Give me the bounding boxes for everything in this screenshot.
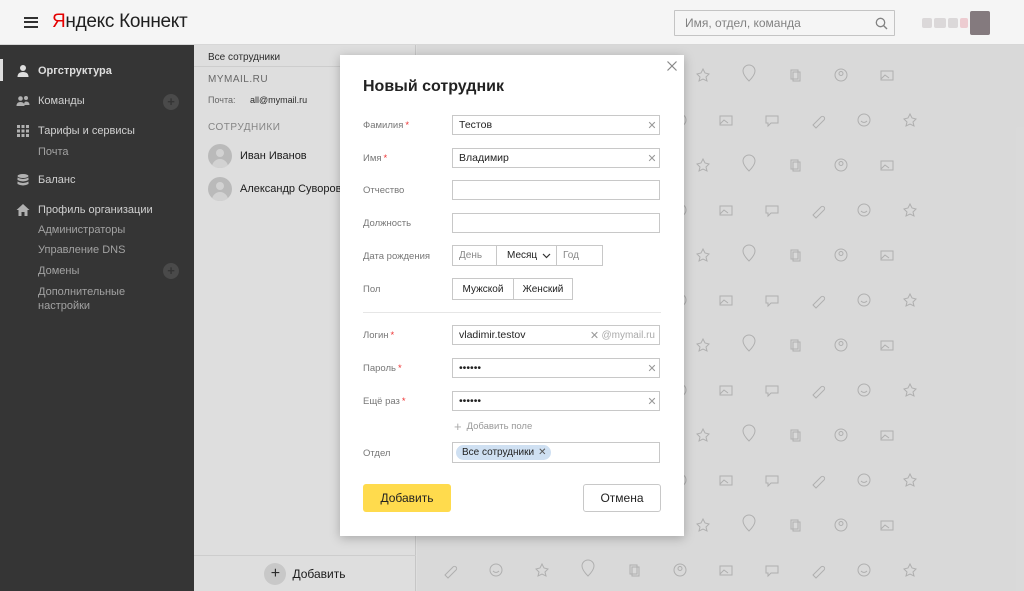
label-text: Ещё раз: [363, 396, 400, 407]
gender-label: Пол: [363, 284, 381, 295]
required-marker: *: [397, 363, 402, 374]
chip-label: Все сотрудники: [462, 447, 535, 458]
clear-icon[interactable]: ✕: [645, 152, 659, 165]
middle-name-field[interactable]: [452, 180, 660, 200]
clear-icon[interactable]: ✕: [588, 329, 602, 342]
last-name-label: Фамилия *: [363, 120, 409, 131]
plus-icon: +: [454, 419, 462, 434]
gender-toggle: Мужской Женский: [452, 278, 573, 300]
gender-female-button[interactable]: Женский: [514, 279, 572, 299]
label-text: Логин: [363, 330, 389, 341]
gender-male-button[interactable]: Мужской: [453, 279, 514, 299]
clear-icon[interactable]: ✕: [645, 362, 659, 375]
login-domain-suffix: @mymail.ru: [601, 329, 656, 341]
field-value: vladimir.testov: [459, 329, 526, 341]
password-repeat-field[interactable]: •••••• ✕: [452, 391, 660, 411]
clear-icon[interactable]: ✕: [645, 395, 659, 408]
department-field[interactable]: Все сотрудники ✕: [452, 442, 660, 463]
new-employee-dialog: Новый сотрудник Фамилия * Тестов ✕ Имя * В…: [340, 55, 684, 536]
middle-name-label: Отчество: [363, 185, 405, 196]
field-value: ••••••: [459, 362, 482, 374]
birth-date-picker: День Месяц Год: [452, 245, 603, 266]
divider: [363, 312, 661, 313]
last-name-field[interactable]: Тестов ✕: [452, 115, 660, 135]
department-chip: Все сотрудники ✕: [456, 445, 552, 460]
month-value: Месяц: [507, 250, 538, 261]
label-text: Пароль: [363, 363, 396, 374]
department-label: Отдел: [363, 448, 391, 459]
position-label: Должность: [363, 218, 412, 229]
required-marker: *: [383, 153, 388, 164]
birth-day-input[interactable]: День: [453, 246, 497, 265]
modal-backdrop-top: [0, 0, 1024, 45]
login-label: Логин *: [363, 330, 394, 341]
required-marker: *: [405, 120, 410, 131]
add-field-label: Добавить поле: [466, 421, 533, 432]
field-value: Владимир: [459, 152, 509, 164]
position-field[interactable]: [452, 213, 660, 233]
birth-year-input[interactable]: Год: [557, 246, 602, 265]
birth-date-label: Дата рождения: [363, 251, 431, 262]
password-repeat-label: Ещё раз *: [363, 396, 406, 407]
login-field[interactable]: vladimir.testov ✕ @mymail.ru: [452, 325, 660, 345]
close-icon[interactable]: [666, 60, 678, 72]
label-text: Имя: [363, 153, 382, 164]
first-name-field[interactable]: Владимир ✕: [452, 148, 660, 168]
field-value: ••••••: [459, 395, 482, 407]
first-name-label: Имя *: [363, 153, 387, 164]
submit-button[interactable]: Добавить: [363, 484, 451, 512]
add-field-button[interactable]: + Добавить поле: [454, 419, 532, 434]
birth-month-select[interactable]: Месяц: [497, 246, 557, 265]
clear-icon[interactable]: ✕: [645, 119, 659, 132]
field-value: Тестов: [459, 119, 493, 131]
cancel-button[interactable]: Отмена: [583, 484, 661, 512]
label-text: Фамилия: [363, 120, 404, 131]
chip-remove-icon[interactable]: ✕: [538, 447, 546, 458]
password-label: Пароль *: [363, 363, 402, 374]
chevron-down-icon: [542, 253, 551, 258]
password-field[interactable]: •••••• ✕: [452, 358, 660, 378]
required-marker: *: [401, 396, 406, 407]
required-marker: *: [390, 330, 395, 341]
dialog-title: Новый сотрудник: [363, 78, 504, 95]
